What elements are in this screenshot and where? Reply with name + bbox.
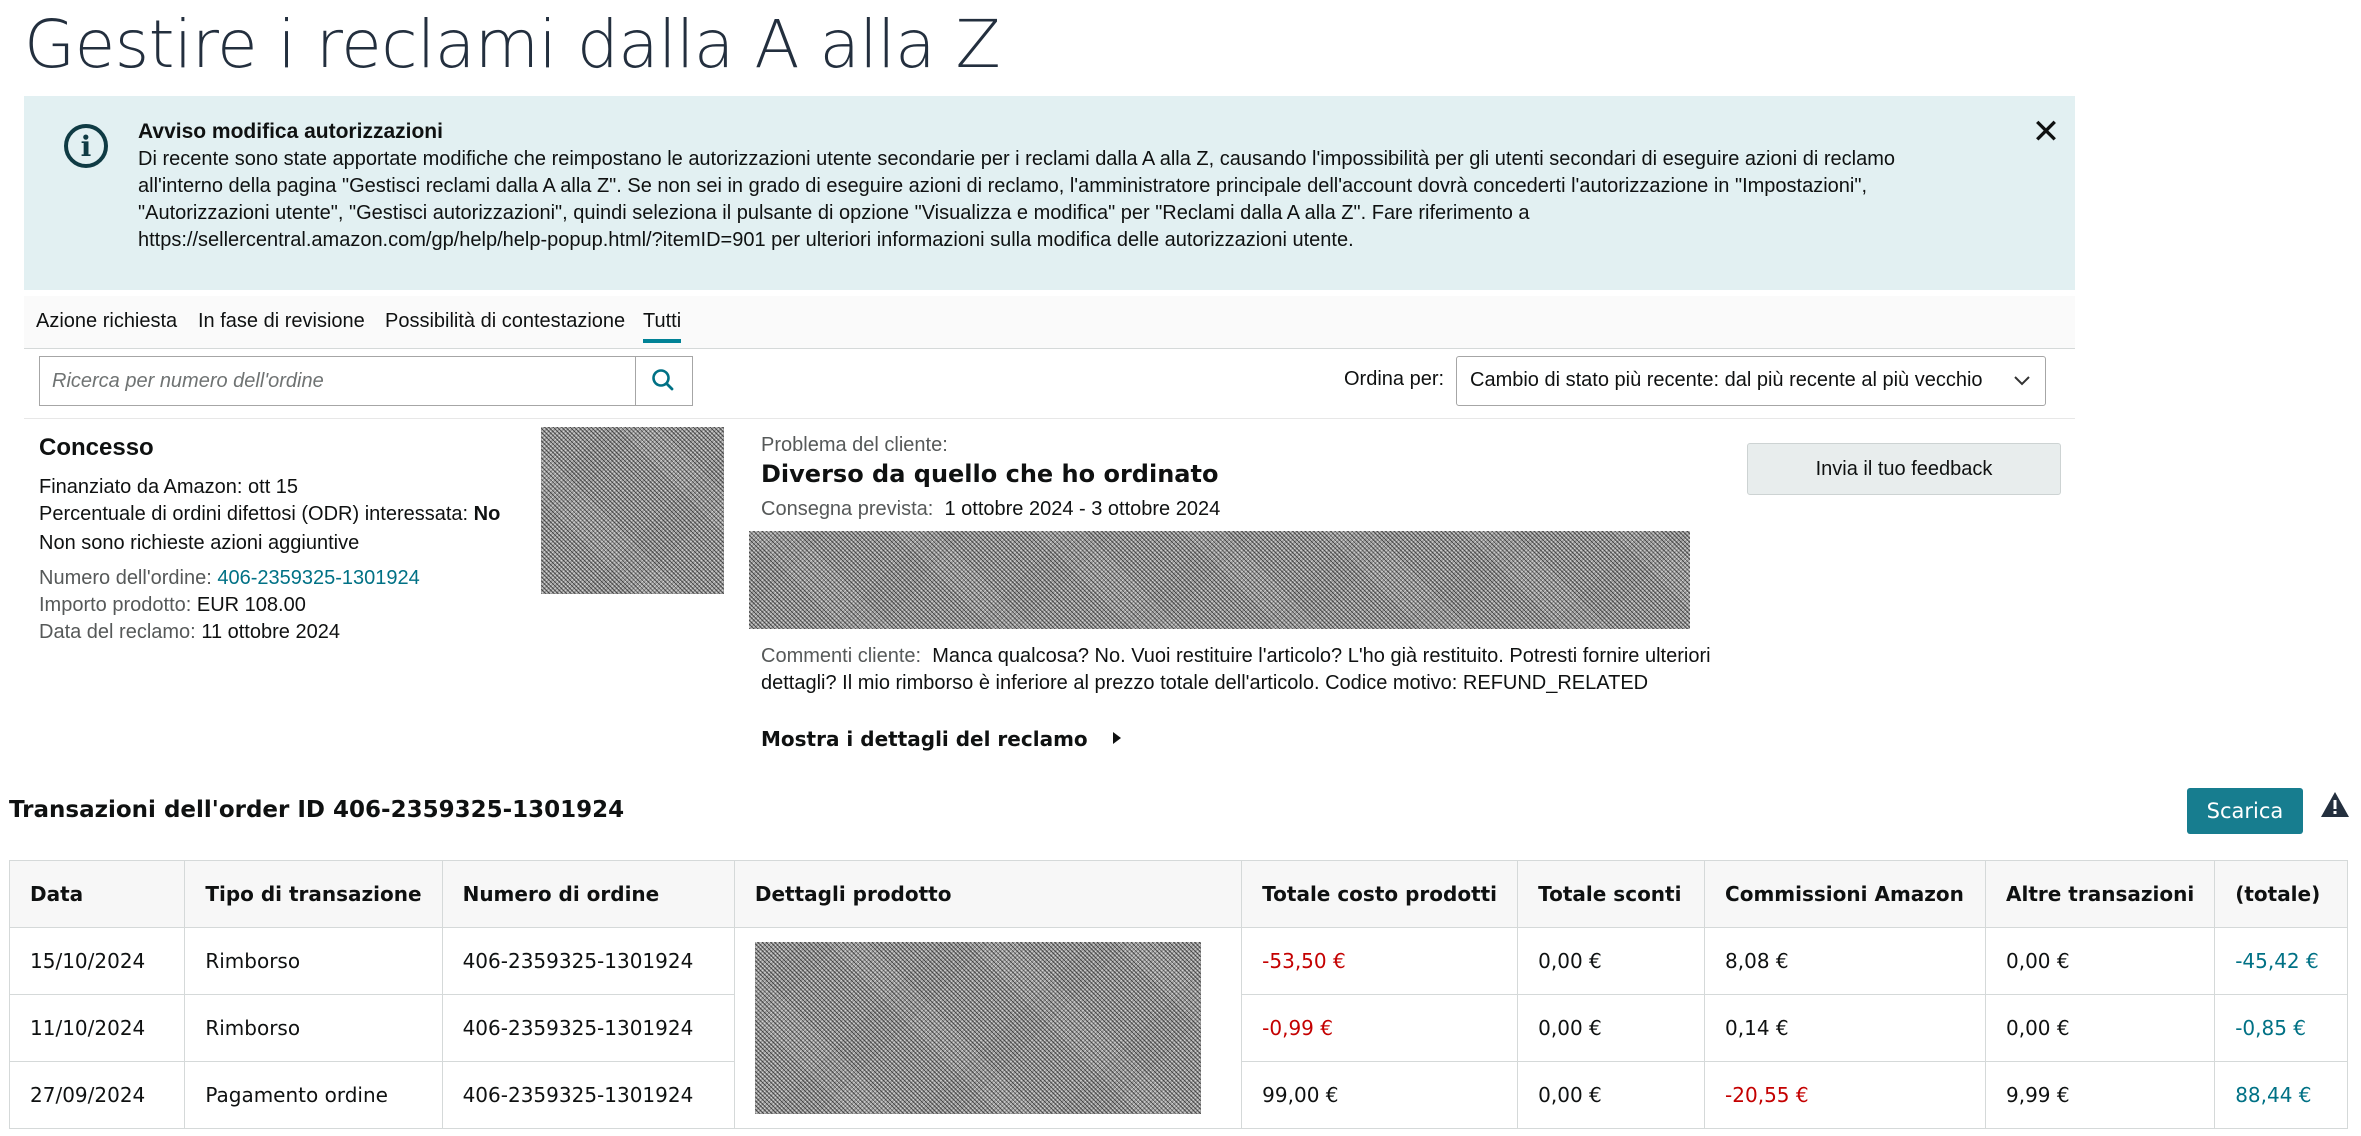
cell-fees: 8,08 € (1704, 927, 1986, 995)
cell-fees: 0,14 € (1704, 994, 1986, 1062)
send-feedback-button[interactable]: Invia il tuo feedback (1747, 443, 2061, 495)
delivery-label: Consegna prevista: (761, 498, 934, 520)
claim-date-value: 11 ottobre 2024 (201, 621, 340, 643)
column-header[interactable]: (totale) (2214, 860, 2348, 928)
cell-type: Pagamento ordine (184, 1061, 443, 1129)
order-search-input[interactable] (39, 356, 635, 406)
tab-azione-richiesta[interactable]: Azione richiesta (36, 310, 177, 333)
problem-label: Problema del cliente: (761, 434, 948, 456)
problem-value: Diverso da quello che ho ordinato (761, 460, 1219, 488)
cell-discounts: 0,00 € (1517, 1061, 1706, 1129)
cell-total: -0,85 € (2214, 994, 2348, 1062)
chevron-down-icon (2013, 367, 2031, 401)
alert-line: Di recente sono state apportate modifich… (138, 148, 1896, 170)
comments-label: Commenti cliente: (761, 645, 922, 667)
search-icon (652, 369, 674, 391)
odr-value: No (473, 503, 501, 525)
product-image-redacted (541, 427, 724, 594)
cell-date: 27/09/2024 (8, 1061, 186, 1129)
funded-by: Finanziato da Amazon: ott 15 (39, 476, 299, 498)
product-details-redacted (754, 942, 1201, 1114)
column-header[interactable]: Altre transazioni (1984, 860, 2216, 928)
comments-line2: dettagli? Il mio rimborso è inferiore al… (761, 672, 1649, 694)
cell-product-cost: -0,99 € (1241, 994, 1519, 1062)
alert-line: all'interno della pagina "Gestisci recla… (138, 175, 1868, 197)
customer-comments: Commenti cliente: Manca qualcosa? No. Vu… (761, 643, 1711, 697)
table-row: 15/10/2024 Rimborso 406-2359325-1301924 … (8, 927, 2348, 1129)
cell-order: 406-2359325-1301924 (441, 927, 735, 995)
column-header[interactable]: Totale costo prodotti (1241, 860, 1519, 928)
alert-line: https://sellercentral.amazon.com/gp/help… (138, 229, 1354, 251)
permission-alert: i Avviso modifica autorizzazioni Di rece… (24, 96, 2075, 290)
download-button[interactable]: Scarica (2187, 788, 2303, 834)
cell-other: 0,00 € (1984, 994, 2216, 1062)
cell-total: -45,42 € (2214, 927, 2348, 995)
comments-line1: Manca qualcosa? No. Vuoi restituire l'ar… (932, 645, 1711, 667)
caret-right-icon (1112, 732, 1121, 744)
column-header[interactable]: Tipo di transazione (184, 860, 443, 928)
column-header[interactable]: Dettagli prodotto (733, 860, 1243, 928)
delivery-value: 1 ottobre 2024 - 3 ottobre 2024 (944, 498, 1221, 520)
amount-value: EUR 108.00 (196, 594, 306, 616)
order-number-row: Numero dell'ordine: 406-2359325-1301924 (39, 567, 420, 590)
odr-row: Percentuale di ordini difettosi (ODR) in… (39, 503, 500, 526)
cell-discounts: 0,00 € (1517, 927, 1706, 995)
tab-contestazione[interactable]: Possibilità di contestazione (385, 310, 625, 333)
column-header[interactable]: Commissioni Amazon (1704, 860, 1986, 928)
claim-date-row: Data del reclamo: 11 ottobre 2024 (39, 621, 340, 644)
alert-body: Di recente sono state apportate modifich… (138, 146, 2008, 254)
cell-other: 9,99 € (1984, 1061, 2216, 1129)
cell-order: 406-2359325-1301924 (441, 994, 735, 1062)
close-icon[interactable]: ✕ (2028, 114, 2064, 150)
amount-label: Importo prodotto: (39, 594, 192, 616)
claim-date-label: Data del reclamo: (39, 621, 196, 643)
delivery-row: Consegna prevista: 1 ottobre 2024 - 3 ot… (761, 498, 1220, 521)
cell-product-details (733, 927, 1243, 1129)
page-title: Gestire i reclami dalla A alla Z (24, 6, 1001, 83)
sort-dropdown[interactable]: Cambio di stato più recente: dal più rec… (1456, 356, 2046, 406)
cell-date: 15/10/2024 (8, 927, 186, 995)
table-header-row: Data Tipo di transazione Numero di ordin… (8, 860, 2348, 928)
claim-tabs: Azione richiesta In fase di revisione Po… (24, 296, 2075, 349)
cell-type: Rimborso (184, 927, 443, 995)
tab-in-revisione[interactable]: In fase di revisione (198, 310, 365, 333)
info-icon: i (64, 124, 108, 168)
no-action-text: Non sono richieste azioni aggiuntive (39, 532, 360, 554)
claim-status: Concesso (39, 434, 154, 461)
cell-other: 0,00 € (1984, 927, 2216, 995)
order-number-link[interactable]: 406-2359325-1301924 (217, 567, 419, 589)
order-number-label: Numero dell'ordine: (39, 567, 212, 589)
tab-tutti[interactable]: Tutti (643, 310, 682, 343)
redacted-block (749, 531, 1690, 629)
column-header[interactable]: Data (8, 860, 186, 928)
cell-order: 406-2359325-1301924 (441, 1061, 735, 1129)
transactions-table: Data Tipo di transazione Numero di ordin… (8, 860, 2348, 1129)
divider (24, 418, 2075, 419)
search-button[interactable] (635, 356, 693, 406)
transactions-title: Transazioni dell'order ID 406-2359325-13… (9, 797, 625, 823)
cell-discounts: 0,00 € (1517, 994, 1706, 1062)
cell-total: 88,44 € (2214, 1061, 2348, 1129)
cell-product-cost: 99,00 € (1241, 1061, 1519, 1129)
column-header[interactable]: Totale sconti (1517, 860, 1706, 928)
show-claim-details-toggle[interactable]: Mostra i dettagli del reclamo (761, 727, 1125, 751)
cell-type: Rimborso (184, 994, 443, 1062)
alert-line: "Autorizzazioni utente", "Gestisci autor… (138, 202, 1530, 224)
column-header[interactable]: Numero di ordine (441, 860, 735, 928)
cell-fees: -20,55 € (1704, 1061, 1986, 1129)
details-toggle-label: Mostra i dettagli del reclamo (761, 727, 1088, 751)
odr-label: Percentuale di ordini difettosi (ODR) in… (39, 503, 469, 525)
amount-row: Importo prodotto: EUR 108.00 (39, 594, 306, 617)
sort-selected: Cambio di stato più recente: dal più rec… (1470, 369, 1983, 391)
sort-label: Ordina per: (1344, 368, 1445, 390)
warning-icon[interactable] (2320, 790, 2350, 820)
cell-product-cost: -53,50 € (1241, 927, 1519, 995)
alert-title: Avviso modifica autorizzazioni (138, 120, 443, 143)
cell-date: 11/10/2024 (8, 994, 186, 1062)
